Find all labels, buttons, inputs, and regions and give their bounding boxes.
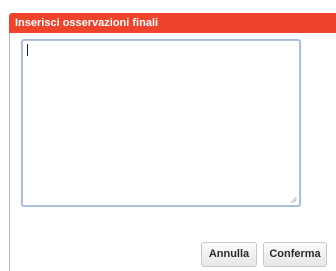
confirm-button[interactable]: Conferma [263, 242, 327, 267]
text-caret [27, 44, 28, 56]
dialog-title: Inserisci osservazioni finali [15, 17, 159, 29]
final-observations-textarea[interactable] [22, 40, 300, 206]
resize-grip-icon[interactable] [290, 196, 297, 203]
notes-field-wrapper [22, 40, 300, 206]
observations-dialog: Inserisci osservazioni finali Annulla Co… [0, 0, 336, 271]
cancel-button[interactable]: Annulla [201, 242, 257, 267]
dialog-left-border [9, 30, 10, 271]
dialog-title-bar: Inserisci osservazioni finali [9, 13, 336, 33]
